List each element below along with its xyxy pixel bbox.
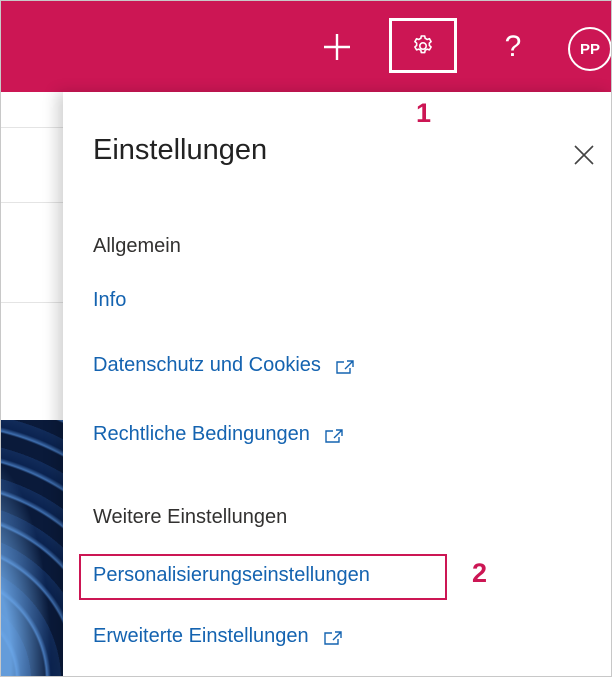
step-marker-2: 2 [472,558,488,588]
section-heading-general: Allgemein [93,235,181,257]
link-privacy-cookies[interactable]: Datenschutz und Cookies [93,354,355,377]
panel-title: Einstellungen [93,134,268,166]
link-legal-terms[interactable]: Rechtliche Bedingungen [93,423,344,446]
screenshot-frame: ? PP 1 Einstellungen Allgemein Info Date… [0,0,612,677]
link-label: Info [93,289,127,311]
divider [1,302,63,303]
settings-panel: 1 Einstellungen Allgemein Info Datenschu… [63,92,611,676]
link-label: Datenschutz und Cookies [93,354,321,376]
link-advanced-settings[interactable]: Erweiterte Einstellungen [93,625,343,648]
close-icon[interactable] [571,142,597,168]
settings-button[interactable] [389,18,457,73]
external-link-icon [335,358,355,374]
step-marker-1: 1 [416,98,432,128]
suite-header-bar: ? PP [1,1,611,92]
gear-icon [411,34,435,58]
section-heading-more-settings: Weitere Einstellungen [93,506,288,528]
link-label: Personalisierungseinstellungen [93,564,370,586]
background-hero-image [1,420,63,676]
background-page [1,92,63,676]
divider [1,202,63,203]
external-link-icon [323,629,343,645]
question-icon[interactable]: ? [498,29,528,65]
link-label: Rechtliche Bedingungen [93,423,310,445]
plus-icon[interactable] [319,29,355,65]
link-label: Erweiterte Einstellungen [93,625,309,647]
avatar[interactable]: PP [568,27,611,71]
divider [1,127,63,128]
link-info[interactable]: Info [93,289,126,312]
link-personalization-settings[interactable]: Personalisierungseinstellungen [93,564,370,587]
external-link-icon [324,427,344,443]
